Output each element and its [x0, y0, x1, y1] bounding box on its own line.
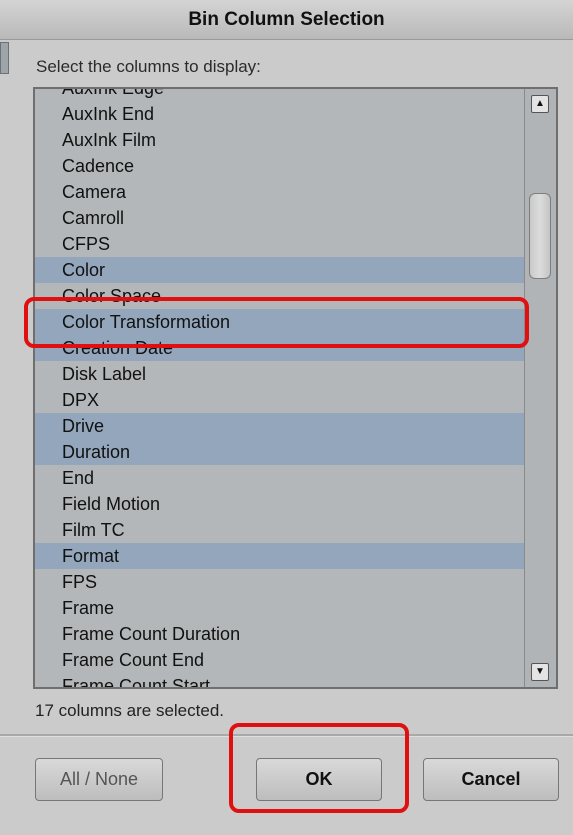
- list-item[interactable]: Disk Label: [35, 361, 524, 387]
- list-item[interactable]: AuxInk End: [35, 101, 524, 127]
- column-list[interactable]: AuxInk EdgeAuxInk EndAuxInk FilmCadenceC…: [35, 89, 524, 687]
- arrow-down-icon[interactable]: ▼: [531, 663, 549, 681]
- list-item[interactable]: Cadence: [35, 153, 524, 179]
- list-item[interactable]: Field Motion: [35, 491, 524, 517]
- list-item[interactable]: Color: [35, 257, 524, 283]
- list-item[interactable]: End: [35, 465, 524, 491]
- list-item[interactable]: Format: [35, 543, 524, 569]
- list-item[interactable]: Color Transformation: [35, 309, 524, 335]
- list-item[interactable]: Frame Count Start: [35, 673, 524, 687]
- ok-button[interactable]: OK: [256, 758, 382, 801]
- list-item[interactable]: Frame: [35, 595, 524, 621]
- list-item[interactable]: Drive: [35, 413, 524, 439]
- list-item[interactable]: FPS: [35, 569, 524, 595]
- list-item[interactable]: Creation Date: [35, 335, 524, 361]
- list-item[interactable]: CFPS: [35, 231, 524, 257]
- list-item[interactable]: Duration: [35, 439, 524, 465]
- column-list-items: AuxInk EdgeAuxInk EndAuxInk FilmCadenceC…: [35, 89, 524, 687]
- list-item[interactable]: Color Space: [35, 283, 524, 309]
- list-item[interactable]: Frame Count End: [35, 647, 524, 673]
- background-window-edge: [0, 42, 9, 74]
- list-item[interactable]: DPX: [35, 387, 524, 413]
- all-none-button[interactable]: All / None: [35, 758, 163, 801]
- button-divider: [0, 734, 573, 737]
- list-item[interactable]: AuxInk Edge: [35, 89, 524, 101]
- arrow-up-icon[interactable]: ▲: [531, 95, 549, 113]
- list-item[interactable]: Camera: [35, 179, 524, 205]
- select-prompt: Select the columns to display:: [36, 57, 261, 76]
- selection-status: 17 columns are selected.: [35, 701, 224, 720]
- list-item[interactable]: Camroll: [35, 205, 524, 231]
- list-item[interactable]: Frame Count Duration: [35, 621, 524, 647]
- cancel-button[interactable]: Cancel: [423, 758, 559, 801]
- bin-column-selection-dialog: Bin Column Selection Select the columns …: [0, 0, 573, 835]
- dialog-title: Bin Column Selection: [0, 0, 573, 40]
- list-item[interactable]: AuxInk Film: [35, 127, 524, 153]
- scrollbar-thumb[interactable]: [529, 193, 551, 279]
- list-scrollbar[interactable]: ▲ ▼: [524, 89, 556, 687]
- column-list-box: AuxInk EdgeAuxInk EndAuxInk FilmCadenceC…: [33, 87, 558, 689]
- list-item[interactable]: Film TC: [35, 517, 524, 543]
